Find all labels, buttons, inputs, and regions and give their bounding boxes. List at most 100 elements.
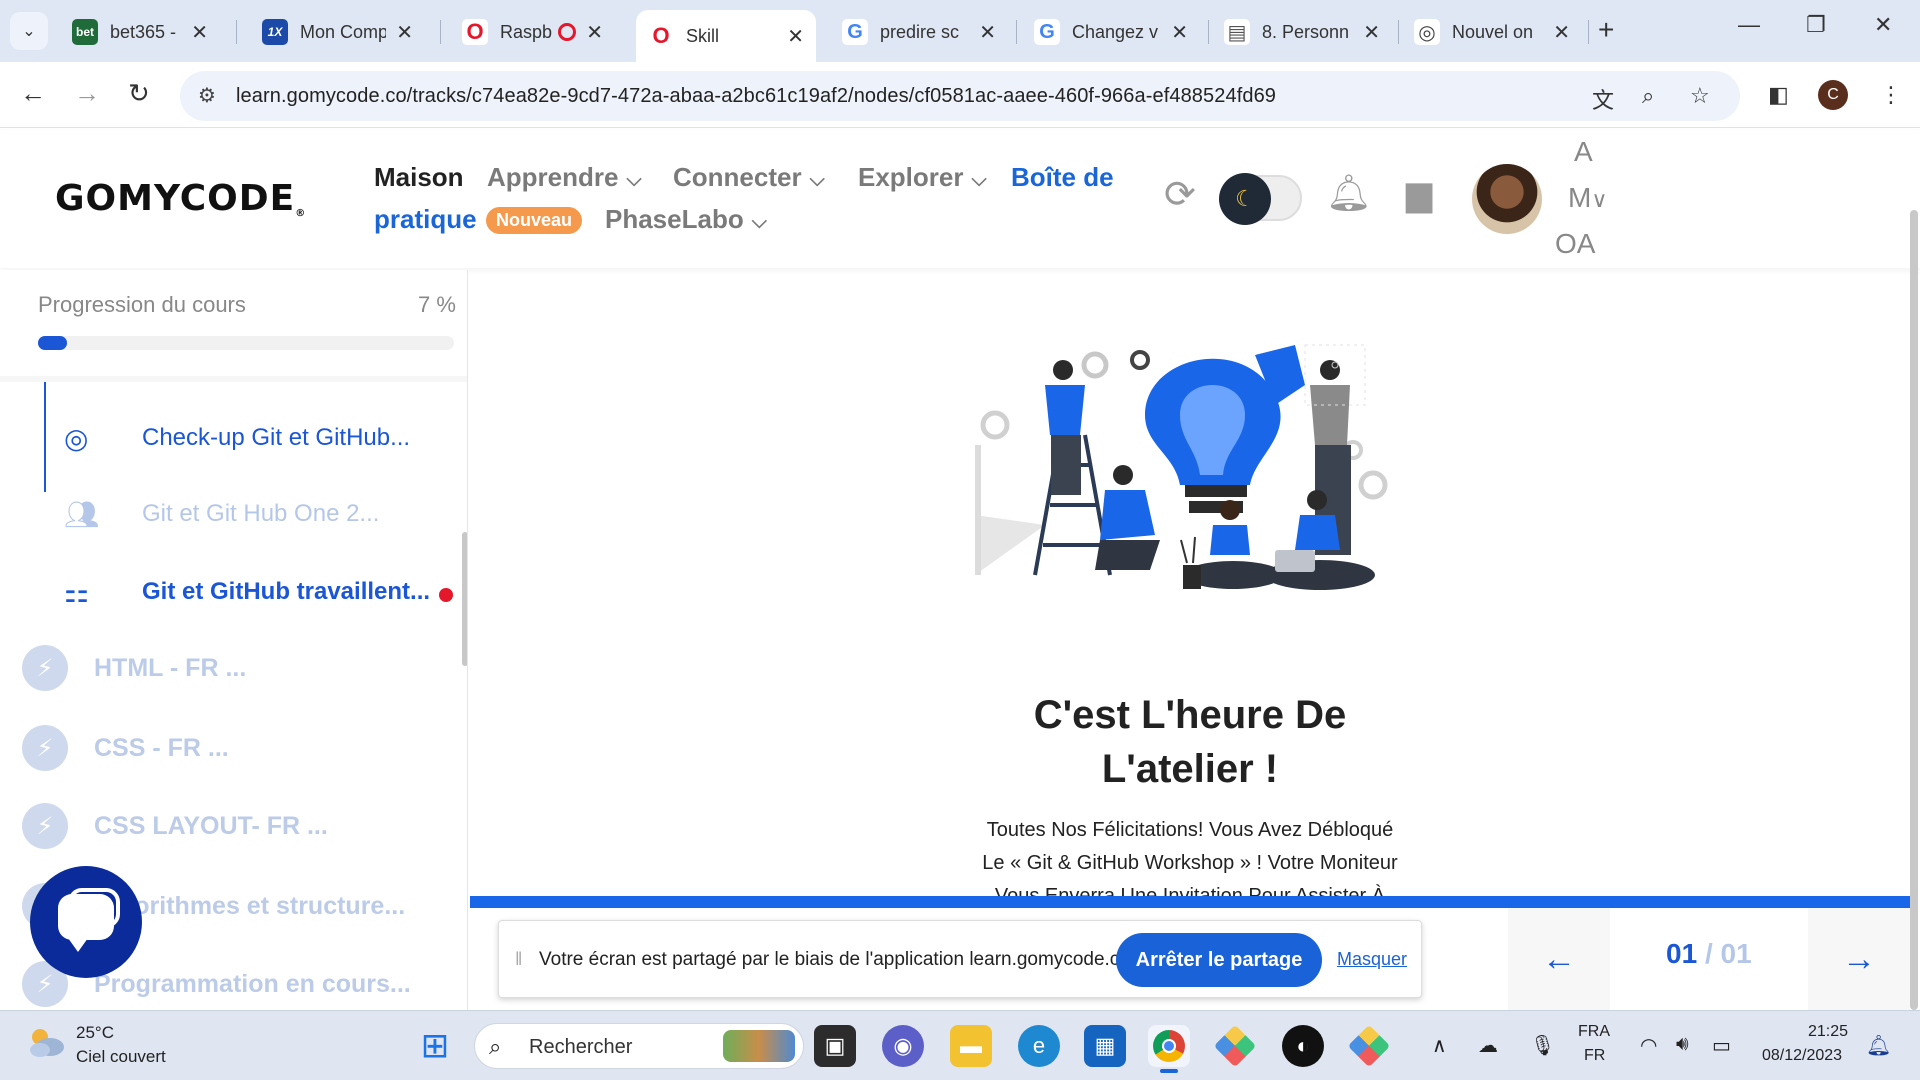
chrome-taskbar-icon[interactable] — [1148, 1025, 1190, 1073]
nav-learn[interactable]: Apprendre ⌵ — [487, 162, 642, 193]
previous-arrow-icon[interactable]: ← — [1508, 908, 1610, 1010]
volume-icon[interactable]: 🔊︎ — [1676, 1033, 1689, 1056]
sync-icon[interactable]: ⟳ — [1164, 172, 1196, 217]
tab-raspberry[interactable]: O Raspb ✕ — [450, 10, 615, 54]
tab-predire[interactable]: G predire sc ✕ — [830, 10, 1008, 54]
hide-link[interactable]: Masquer — [1337, 949, 1407, 970]
lesson-item-checkup[interactable]: ◎ Check-up Git et GitHub... — [64, 418, 410, 458]
lesson-label: Git et Git Hub One 2... — [142, 500, 380, 527]
git-tool-icon[interactable] — [1213, 1024, 1257, 1068]
forward-icon[interactable]: → — [74, 78, 100, 109]
address-bar[interactable]: ⚙ learn.gomycode.co/tracks/c74ea82e-9cd7… — [180, 71, 1740, 121]
nav-connect[interactable]: Connecter ⌵ — [673, 162, 825, 193]
url-text[interactable]: learn.gomycode.co/tracks/c74ea82e-9cd7-4… — [236, 85, 1276, 108]
git-tool-icon-2[interactable] — [1347, 1024, 1391, 1068]
clock-time[interactable]: 21:25 — [1808, 1023, 1848, 1041]
close-icon[interactable]: ✕ — [1363, 20, 1380, 45]
weather-description[interactable]: Ciel couvert — [76, 1047, 166, 1067]
module-item-html[interactable]: ⚡︎ HTML - FR ... — [22, 644, 246, 692]
profile-avatar[interactable]: C — [1818, 80, 1848, 110]
language-top[interactable]: FRA — [1578, 1023, 1610, 1041]
close-icon[interactable]: ✕ — [191, 20, 208, 45]
tab-nouvel-onglet[interactable]: ◎ Nouvel on ✕ — [1402, 10, 1582, 54]
clock-date[interactable]: 08/12/2023 — [1762, 1047, 1842, 1065]
teams-chat-icon[interactable]: ◉ — [882, 1025, 924, 1067]
notifications-bell-icon[interactable]: 🔔︎ — [1866, 1033, 1891, 1058]
page-scrollbar[interactable] — [1910, 210, 1918, 1010]
windows-start-icon[interactable]: ⊞ — [414, 1025, 456, 1067]
close-icon[interactable]: ✕ — [787, 24, 804, 49]
close-icon[interactable]: ✕ — [1171, 20, 1188, 45]
onedrive-icon[interactable]: ☁ — [1478, 1033, 1498, 1058]
user-initial-2[interactable]: M∨ — [1568, 182, 1607, 214]
bookmark-star-icon[interactable]: ☆ — [1690, 83, 1710, 109]
tab-separator — [440, 20, 441, 44]
lesson-item-workshop[interactable]: ⚏ Git et GitHub travaillent... — [64, 572, 430, 612]
taskbar-search[interactable]: ⌕ Rechercher — [474, 1023, 804, 1069]
tab-skill[interactable]: O Skill ✕ — [636, 10, 816, 62]
logo-text: GOMYCODE — [55, 178, 296, 219]
new-tab-button[interactable]: + — [1598, 14, 1614, 46]
tab-personnaliser[interactable]: ▤ 8. Personn ✕ — [1212, 10, 1392, 54]
weather-temperature[interactable]: 25°C — [76, 1023, 114, 1043]
gomycode-logo[interactable]: GOMYCODE® — [55, 178, 306, 219]
module-item-css[interactable]: ⚡︎ CSS - FR ... — [22, 724, 229, 772]
side-panel-icon[interactable]: ◧ — [1768, 82, 1789, 108]
wifi-icon[interactable]: ◠ — [1640, 1033, 1657, 1058]
tab-mon-compte[interactable]: 1X Mon Comp ✕ — [250, 10, 425, 54]
stop-sharing-button[interactable]: Arrêter le partage — [1116, 933, 1322, 987]
edge-icon[interactable]: e — [1018, 1025, 1060, 1067]
close-icon[interactable]: ✕ — [1553, 20, 1570, 45]
github-icon[interactable]: ◐ — [1282, 1025, 1324, 1067]
module-item-css-layout[interactable]: ⚡︎ CSS LAYOUT- FR ... — [22, 802, 328, 850]
chevron-down-icon: ⌵ — [971, 169, 987, 191]
nav-toolbox[interactable]: Boîte de — [1011, 162, 1114, 193]
close-icon[interactable]: ✕ — [979, 20, 996, 45]
lightning-icon: ⚡︎ — [22, 645, 68, 691]
google-icon: G — [842, 19, 868, 45]
close-icon[interactable]: ✕ — [396, 20, 413, 45]
site-settings-icon[interactable]: ⚙ — [198, 83, 216, 108]
nav-home[interactable]: Maison — [374, 162, 464, 193]
reload-icon[interactable]: ↻ — [128, 78, 150, 109]
more-menu-icon[interactable]: ⋮ — [1880, 82, 1902, 108]
window-close-icon[interactable]: ✕ — [1874, 12, 1892, 38]
file-explorer-icon[interactable]: ▬ — [950, 1025, 992, 1067]
restore-icon[interactable]: ❐ — [1806, 12, 1826, 38]
nav-explore[interactable]: Explorer ⌵ — [858, 162, 987, 193]
language-bottom[interactable]: FR — [1584, 1047, 1605, 1065]
messages-icon[interactable]: ▆ — [1406, 174, 1432, 214]
lesson-item-one2one[interactable]: 👥︎ Git et Git Hub One 2... — [64, 494, 379, 534]
google-icon: G — [1034, 19, 1060, 45]
minimize-icon[interactable]: — — [1738, 12, 1760, 38]
nav-toolbox-line2[interactable]: pratique — [374, 204, 477, 235]
tab-separator — [1588, 20, 1589, 44]
store-icon[interactable]: ▦ — [1084, 1025, 1126, 1067]
tab-bet365[interactable]: bet bet365 - S ✕ — [60, 10, 220, 54]
nav-phaselab[interactable]: PhaseLabo ⌵ — [605, 204, 767, 235]
microphone-icon[interactable]: 🎙︎ — [1530, 1033, 1555, 1058]
next-arrow-icon[interactable]: → — [1808, 908, 1910, 1010]
lesson-label: Git et GitHub travaillent... — [142, 578, 431, 605]
dark-mode-toggle[interactable]: ☾ — [1219, 173, 1302, 225]
tab-changez[interactable]: G Changez v ✕ — [1022, 10, 1200, 54]
back-icon[interactable]: ← — [20, 78, 46, 109]
task-view-icon[interactable]: ▣ — [814, 1025, 856, 1067]
cloudy-weather-icon[interactable] — [26, 1025, 66, 1059]
zoom-icon[interactable]: ⌕ — [1642, 83, 1654, 109]
chevron-up-icon[interactable]: ∧ — [1432, 1033, 1447, 1058]
tab-label: 8. Personn — [1262, 21, 1350, 42]
drag-handle-icon[interactable]: ‖ — [515, 949, 522, 970]
module-label: HTML - FR ... — [94, 653, 247, 682]
sidebar-scrollbar[interactable] — [462, 532, 467, 666]
translate-icon[interactable]: 文 — [1592, 83, 1614, 115]
site-header: GOMYCODE® Maison Apprendre ⌵ Connecter ⌵ E… — [0, 130, 1920, 268]
tab-search-button[interactable]: ⌄ — [10, 12, 48, 50]
close-icon[interactable]: ✕ — [586, 20, 603, 45]
user-avatar[interactable] — [1472, 164, 1542, 234]
notification-bell-icon[interactable]: 🔔︎ — [1326, 172, 1372, 214]
chat-support-button[interactable] — [30, 866, 142, 978]
main-content: C'est L'heure De L'atelier ! Toutes Nos … — [470, 270, 1910, 910]
battery-icon[interactable]: ▭ — [1712, 1033, 1731, 1058]
tab-label: Skill — [686, 25, 720, 46]
